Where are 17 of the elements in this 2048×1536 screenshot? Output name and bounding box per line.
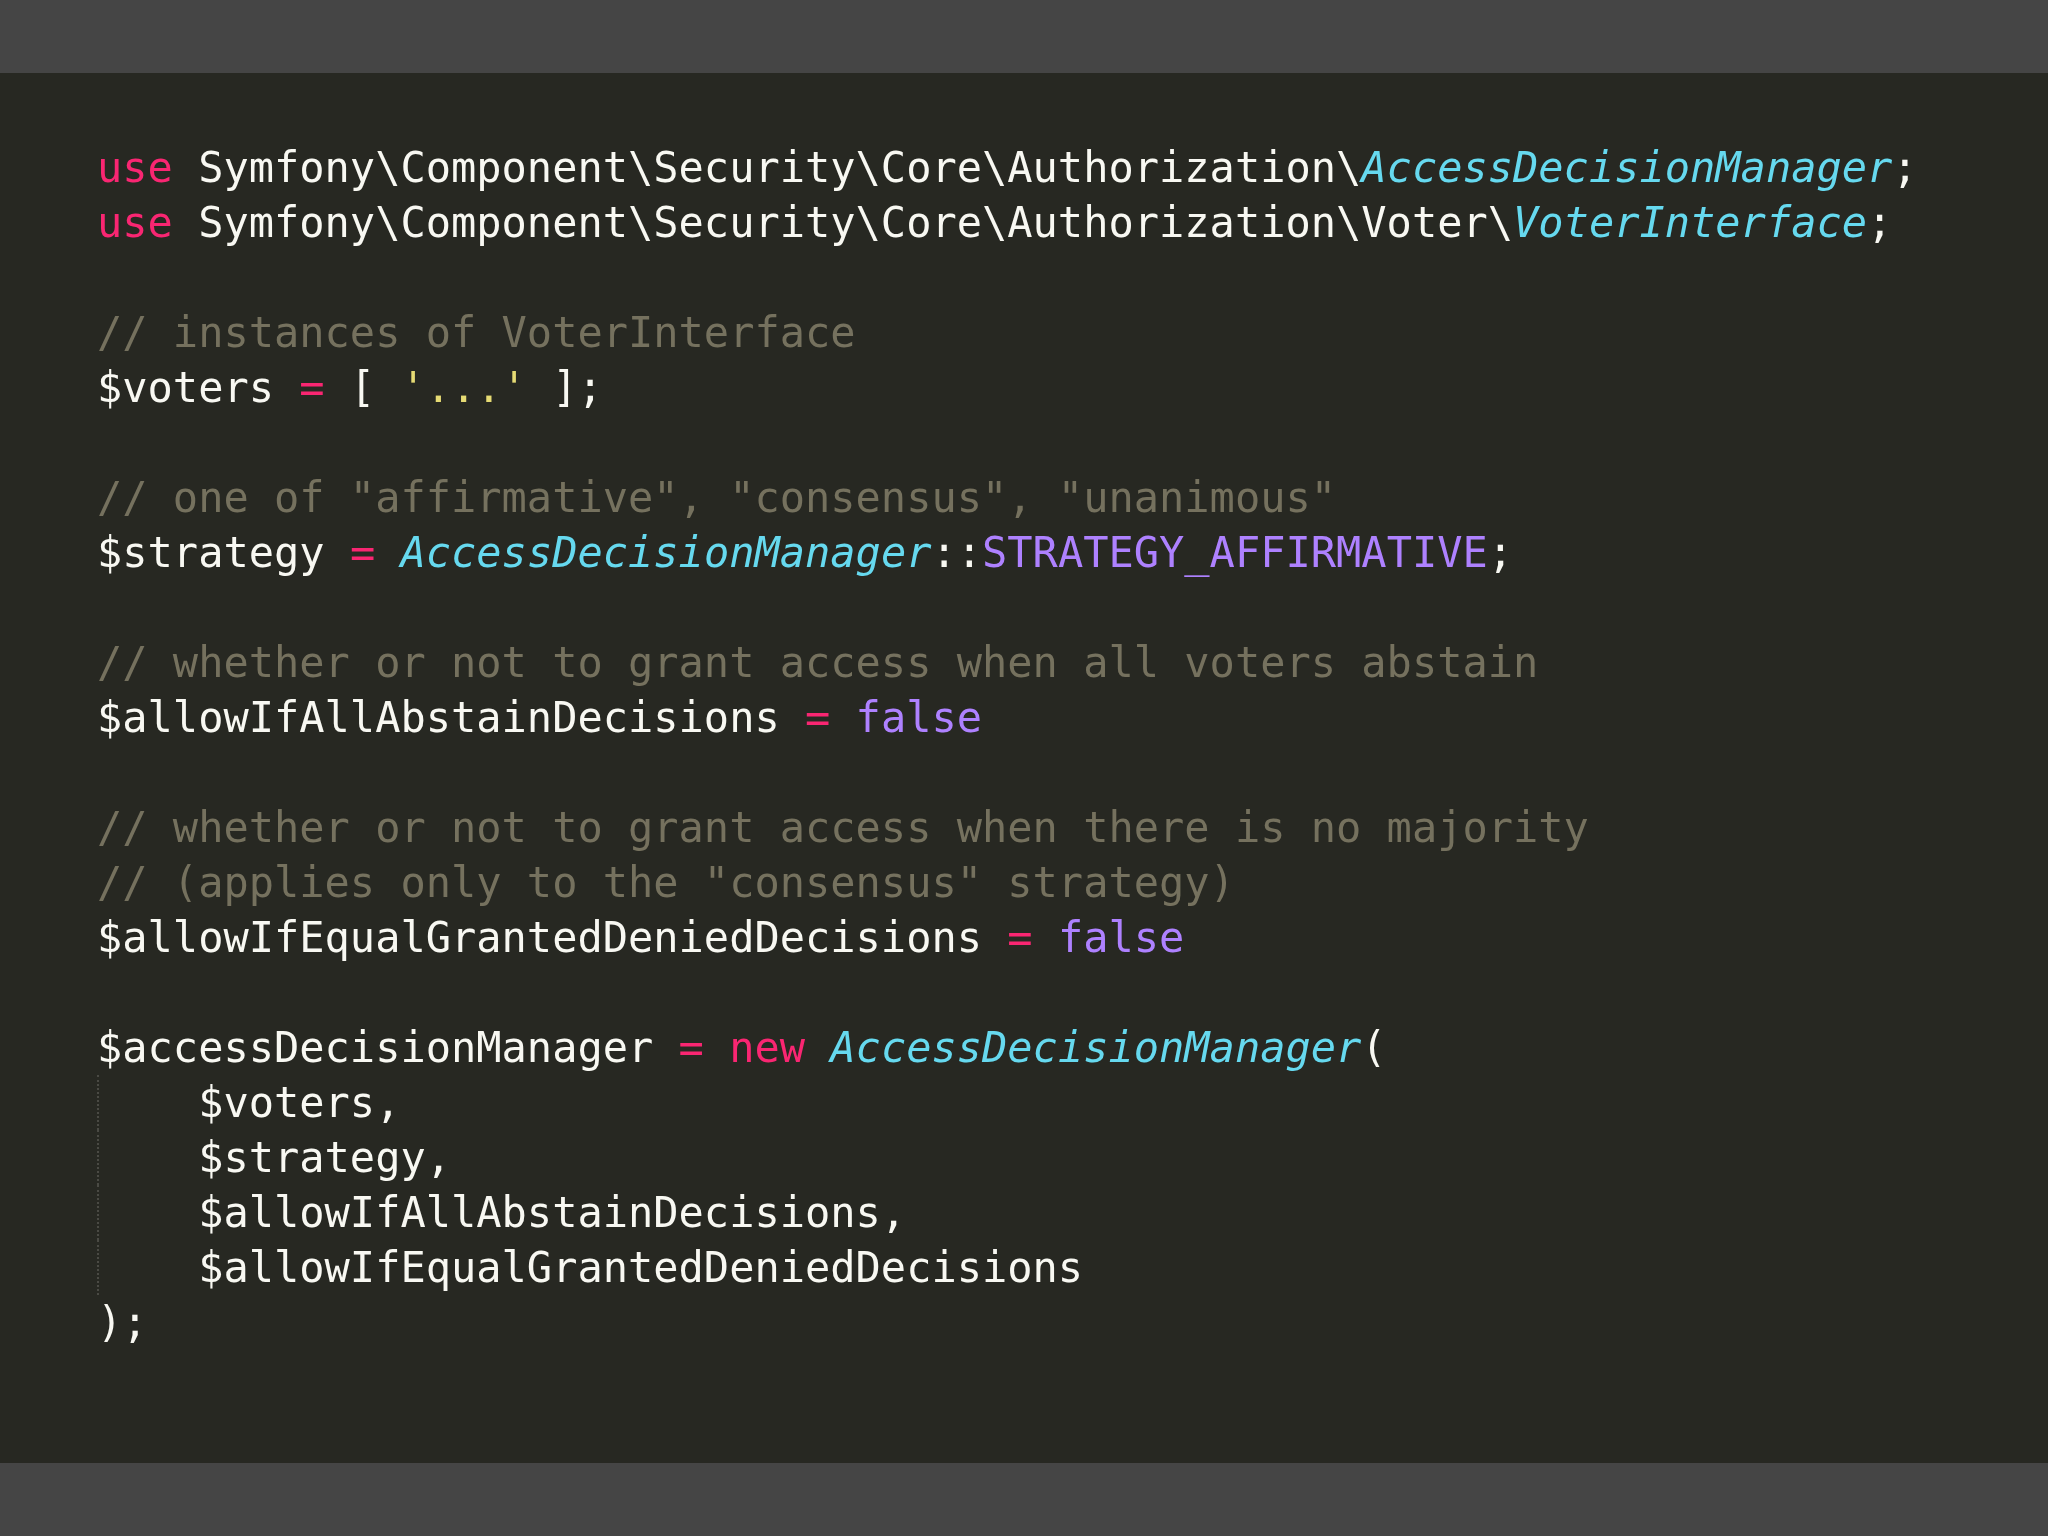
- code-line: // instances of VoterInterface: [97, 307, 856, 359]
- code-line: // one of "affirmative", "consensus", "unanimous": [97, 472, 1337, 524]
- code-line: // whether or not to grant access when there is no majority: [97, 802, 1589, 854]
- code-line: $strategy,: [97, 1130, 451, 1185]
- code-line: $voters,: [97, 1075, 401, 1130]
- code-line: $accessDecisionManager = new AccessDecisionManager(: [97, 1022, 1387, 1074]
- code-line: use Symfony\Component\Security\Core\Authorization\Voter\VoterInterface;: [97, 197, 1893, 249]
- code-line: use Symfony\Component\Security\Core\Authorization\AccessDecisionManager;: [97, 142, 1918, 194]
- code-line: // whether or not to grant access when all voters abstain: [97, 637, 1539, 689]
- code-line: $strategy = AccessDecisionManager::STRATEGY_AFFIRMATIVE;: [97, 527, 1514, 579]
- code-line: $allowIfAllAbstainDecisions = false: [97, 692, 983, 744]
- code-line: $voters = [ '...' ];: [97, 362, 603, 414]
- code-line: $allowIfAllAbstainDecisions,: [97, 1185, 907, 1240]
- code-line: $allowIfEqualGrantedDeniedDecisions: [97, 1240, 1084, 1295]
- code-line: // (applies only to the "consensus" strategy): [97, 857, 1235, 909]
- code-line: );: [97, 1297, 148, 1349]
- code-line: $allowIfEqualGrantedDeniedDecisions = false: [97, 912, 1185, 964]
